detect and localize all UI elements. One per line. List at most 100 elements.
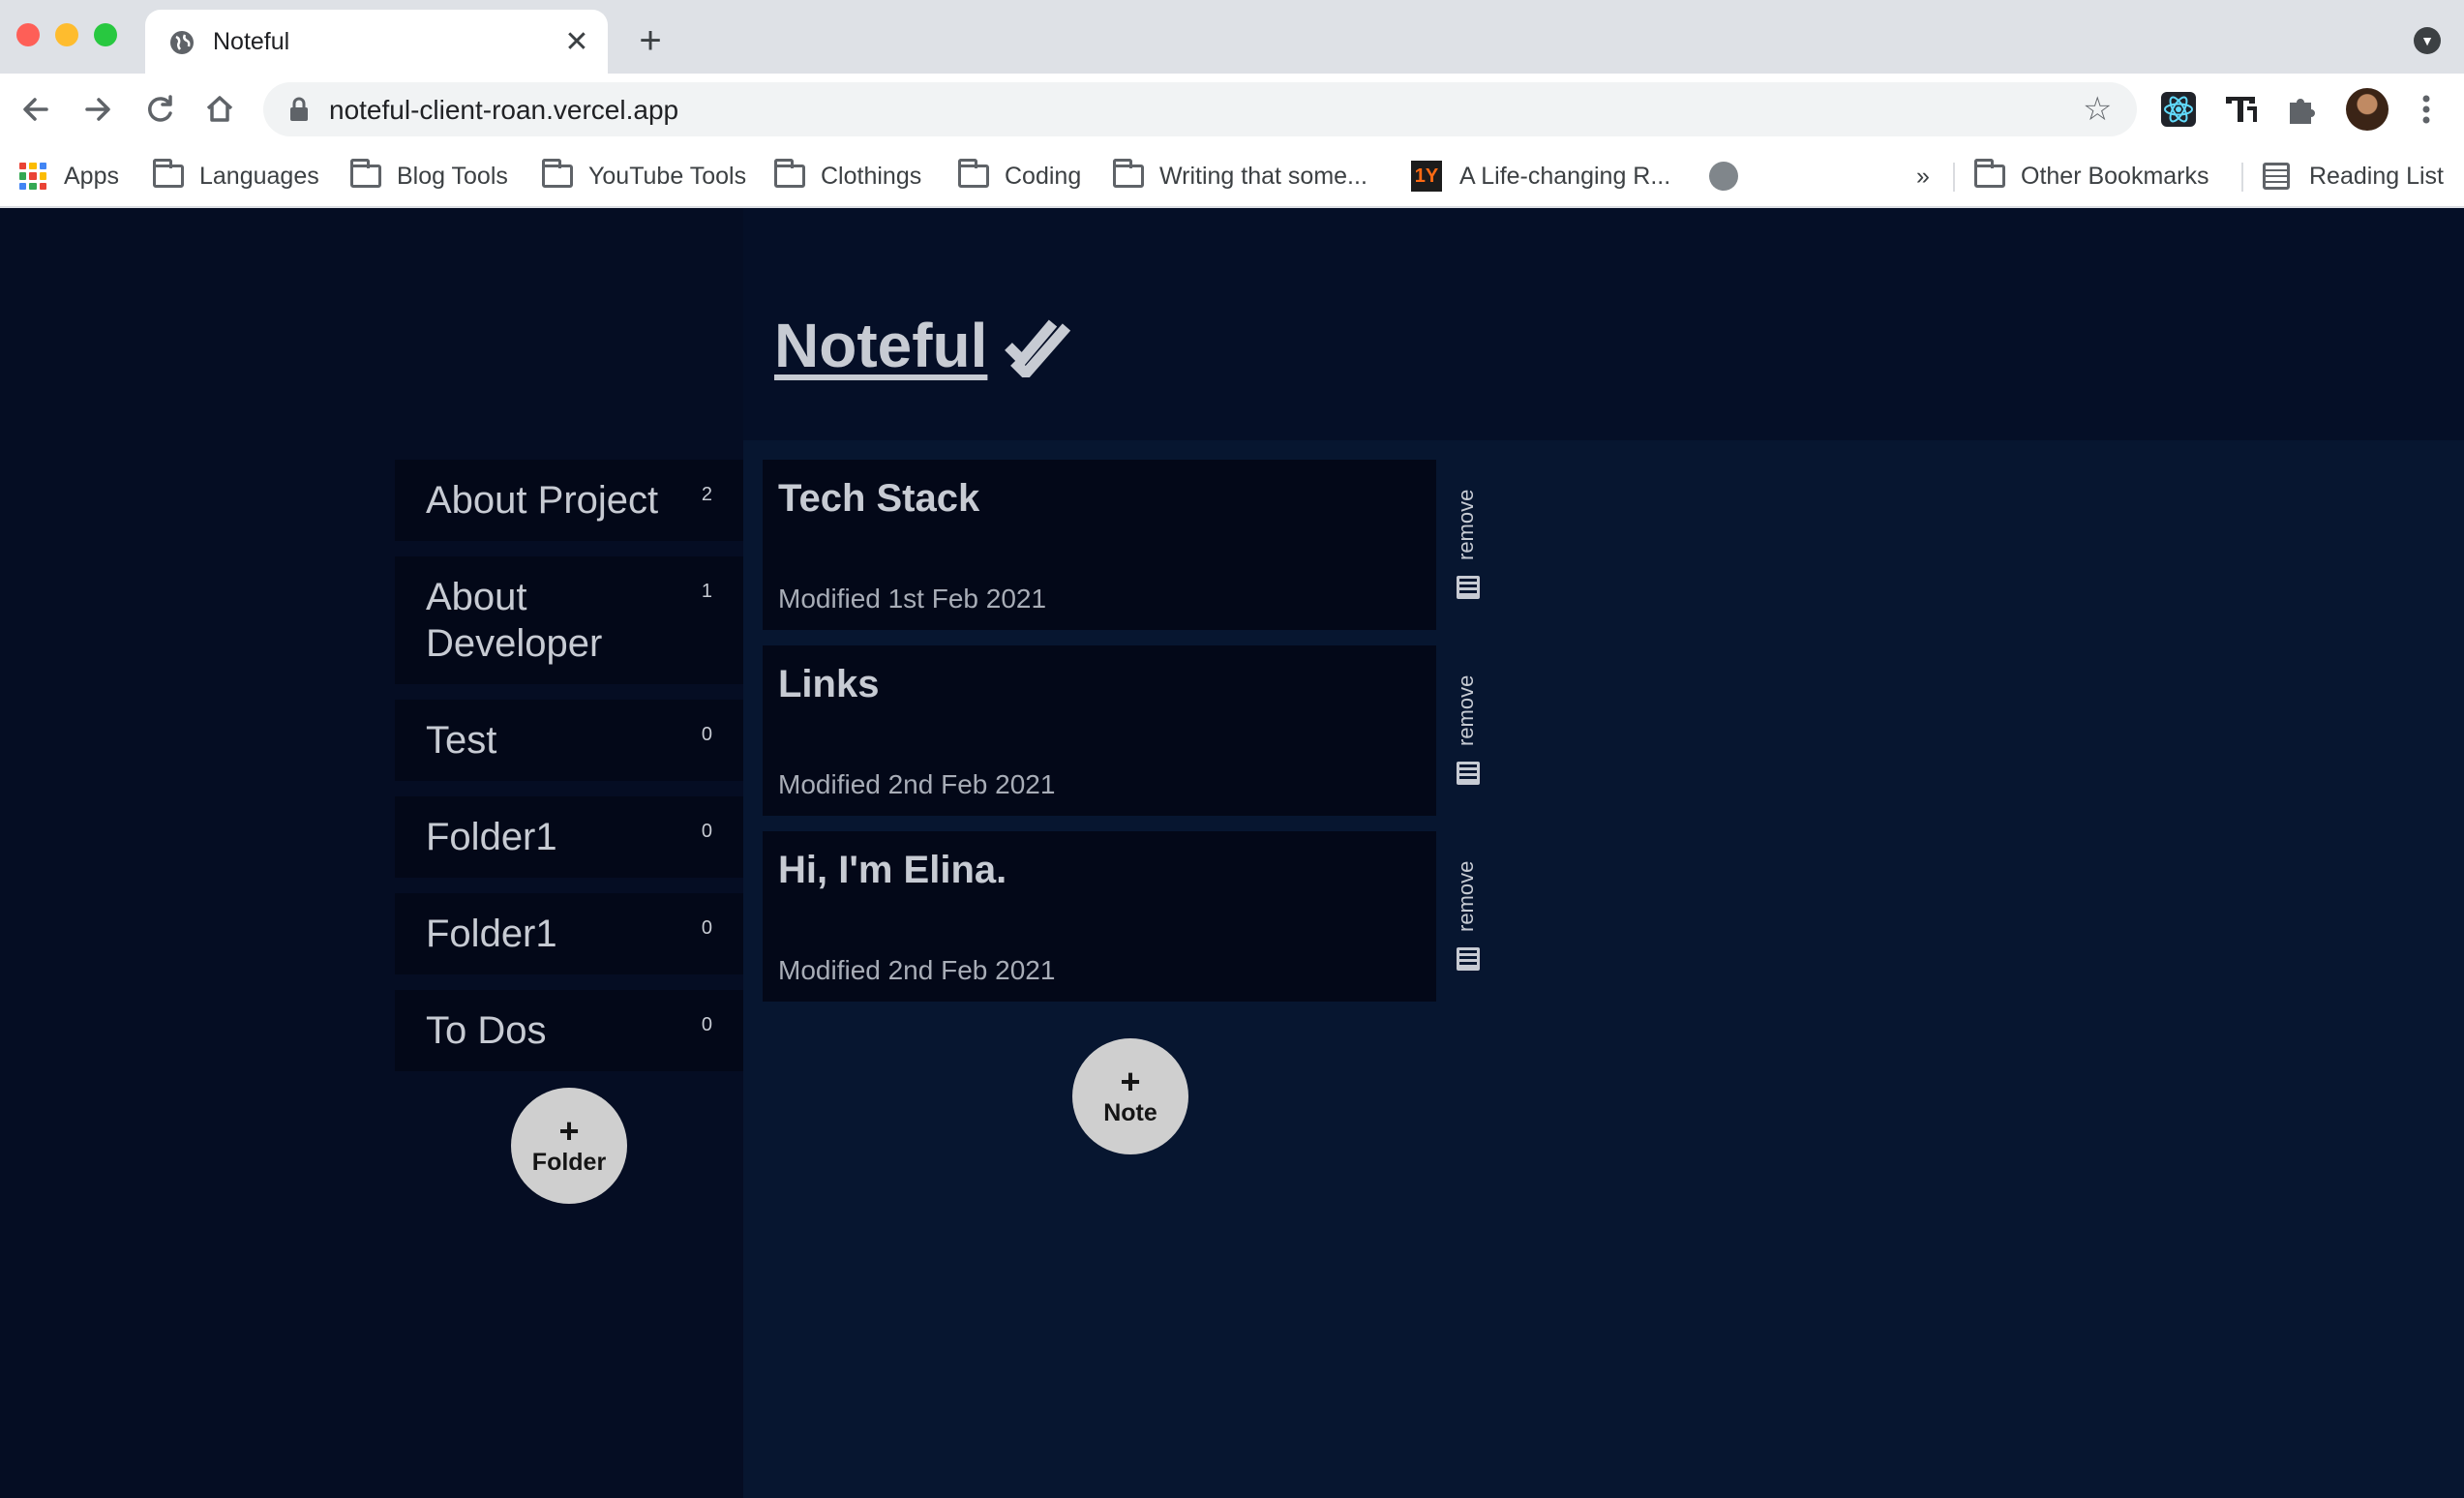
close-window-button[interactable] — [16, 23, 40, 46]
bookmark-folder-youtube-tools[interactable]: YouTube Tools — [542, 157, 746, 195]
add-folder-button[interactable]: + Folder — [511, 1088, 627, 1204]
bookmark-folder-blog-tools[interactable]: Blog Tools — [350, 157, 508, 195]
minimize-window-button[interactable] — [55, 23, 78, 46]
bookmark-label: Other Bookmarks — [2021, 162, 2209, 190]
note-modified-date: Modified 1st Feb 2021 — [778, 584, 1047, 614]
globe-icon — [170, 31, 194, 54]
bookmark-label: Coding — [1005, 162, 1082, 190]
folder-item[interactable]: About Project 2 — [395, 460, 743, 541]
divider — [2241, 163, 2243, 192]
remove-note-button[interactable]: remove — [1436, 460, 1498, 630]
folder-item[interactable]: Folder1 0 — [395, 893, 743, 974]
folder-item[interactable]: About Developer 1 — [395, 556, 743, 684]
trash-icon — [1457, 576, 1480, 599]
folder-icon — [1113, 159, 1144, 188]
app-brand[interactable]: Noteful — [774, 310, 1072, 381]
forward-arrow-icon[interactable] — [75, 87, 120, 132]
add-note-label: Note — [1103, 1099, 1157, 1126]
folder-name: About Developer — [426, 576, 603, 665]
react-icon[interactable] — [2158, 89, 2199, 130]
folder-item[interactable]: Test 0 — [395, 700, 743, 781]
browser-tab-strip: Noteful ✕ + ▼ — [0, 0, 2464, 74]
folder-item[interactable]: To Dos 0 — [395, 990, 743, 1071]
chevron-double-right-icon: » — [1916, 162, 1930, 190]
bookmark-label: Reading List — [2309, 162, 2444, 190]
bookmark-globe[interactable] — [1709, 157, 1738, 195]
remove-label: remove — [1454, 489, 1478, 560]
remove-note-button[interactable]: remove — [1436, 831, 1498, 1002]
folder-name: Folder1 — [426, 913, 557, 955]
folder-name: Folder1 — [426, 816, 557, 858]
kebab-menu-icon[interactable] — [2410, 87, 2443, 132]
folder-name: Test — [426, 719, 497, 762]
zoom-window-button[interactable] — [94, 23, 117, 46]
address-bar[interactable]: noteful-client-roan.vercel.app ☆ — [263, 82, 2137, 136]
note-modified-date: Modified 2nd Feb 2021 — [778, 955, 1056, 985]
bookmarks-bar: Apps Languages Blog Tools YouTube Tools … — [0, 145, 2464, 207]
apps-grid-icon — [19, 163, 46, 190]
bookmark-apps[interactable]: Apps — [19, 157, 119, 195]
folder-name: To Dos — [426, 1009, 547, 1052]
add-note-button[interactable]: + Note — [1072, 1038, 1188, 1154]
new-tab-button[interactable]: + — [631, 21, 670, 60]
folder-note-count: 1 — [701, 581, 712, 602]
url-text[interactable]: noteful-client-roan.vercel.app — [329, 95, 678, 126]
note-card[interactable]: Links Modified 2nd Feb 2021 remove — [763, 645, 1498, 816]
avatar[interactable] — [2346, 88, 2389, 131]
folder-icon — [542, 159, 573, 188]
puzzle-icon[interactable] — [2282, 89, 2323, 130]
back-arrow-icon[interactable] — [14, 87, 58, 132]
bookmarks-overflow-button[interactable]: » — [1916, 157, 1930, 195]
remove-note-button[interactable]: remove — [1436, 645, 1498, 816]
note-title-link[interactable]: Hi, I'm Elina. — [778, 849, 1007, 892]
trash-icon — [1457, 947, 1480, 971]
folder-note-count: 2 — [701, 484, 712, 505]
folder-note-count: 0 — [701, 821, 712, 842]
bookmark-star-icon[interactable]: ☆ — [2083, 92, 2112, 127]
home-icon[interactable] — [197, 87, 242, 132]
bookmark-folder-coding[interactable]: Coding — [958, 157, 1081, 195]
bookmark-folder-languages[interactable]: Languages — [153, 157, 319, 195]
plus-icon: + — [1120, 1062, 1141, 1101]
remove-label: remove — [1454, 674, 1478, 746]
note-list: Tech Stack Modified 1st Feb 2021 remove … — [763, 460, 1498, 1017]
folder-item[interactable]: Folder1 0 — [395, 796, 743, 878]
folder-name: About Project — [426, 479, 659, 522]
note-title-link[interactable]: Links — [778, 663, 879, 706]
remove-label: remove — [1454, 860, 1478, 932]
bookmark-label: Apps — [64, 162, 119, 190]
bookmark-label: Blog Tools — [397, 162, 508, 190]
add-folder-label: Folder — [531, 1149, 607, 1176]
folder-icon — [350, 159, 381, 188]
close-tab-icon[interactable]: ✕ — [557, 23, 596, 62]
bookmark-label: A Life-changing R... — [1459, 162, 1671, 190]
oneyear-logo-icon: 1Y — [1411, 161, 1442, 192]
note-card[interactable]: Hi, I'm Elina. Modified 2nd Feb 2021 rem… — [763, 831, 1498, 1002]
plus-icon: + — [558, 1111, 580, 1151]
folder-note-count: 0 — [701, 724, 712, 745]
text-extension-icon[interactable] — [2220, 89, 2261, 130]
folder-icon — [1974, 159, 2005, 188]
tab-title: Noteful — [213, 28, 290, 55]
note-card[interactable]: Tech Stack Modified 1st Feb 2021 remove — [763, 460, 1498, 630]
bookmark-label: YouTube Tools — [588, 162, 747, 190]
folder-icon — [774, 159, 805, 188]
bookmark-life-changing[interactable]: 1Y A Life-changing R... — [1411, 157, 1670, 195]
lock-icon[interactable] — [288, 96, 310, 123]
browser-toolbar: noteful-client-roan.vercel.app ☆ — [0, 74, 2464, 145]
app-title-link[interactable]: Noteful — [774, 310, 987, 381]
reload-icon[interactable] — [137, 87, 182, 132]
bookmark-folder-clothings[interactable]: Clothings — [774, 157, 921, 195]
folder-icon — [153, 159, 184, 188]
reading-list[interactable]: Reading List — [2263, 157, 2444, 195]
note-title-link[interactable]: Tech Stack — [778, 477, 979, 521]
bookmark-label: Clothings — [821, 162, 922, 190]
folder-note-count: 0 — [701, 1014, 712, 1035]
bookmark-label: Writing that some... — [1159, 162, 1367, 190]
other-bookmarks[interactable]: Other Bookmarks — [1974, 157, 2209, 195]
browser-tab-active[interactable]: Noteful ✕ — [145, 10, 608, 74]
tab-search-icon[interactable]: ▼ — [2414, 27, 2441, 54]
bookmark-folder-writing[interactable]: Writing that some... — [1113, 157, 1367, 195]
folder-note-count: 0 — [701, 917, 712, 939]
reading-list-icon — [2263, 163, 2290, 190]
